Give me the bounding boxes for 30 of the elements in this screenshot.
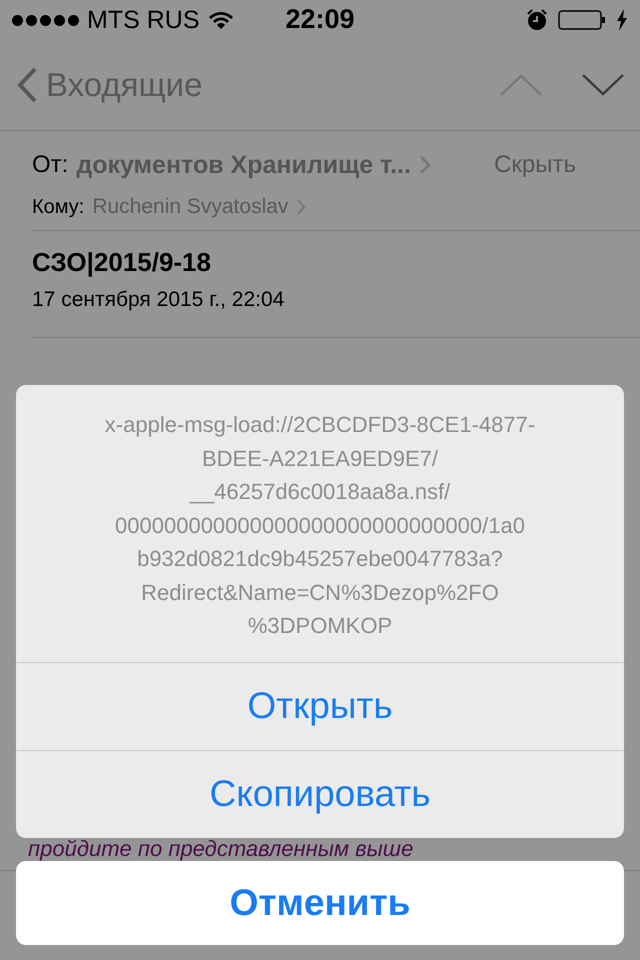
link-url-text: __46257d6c0018aa8a.nsf/ <box>190 478 450 506</box>
action-button[interactable]: Открыть <box>16 662 624 750</box>
email-date: 17 сентября 2015 г., 22:04 <box>32 288 286 312</box>
back-chevron-icon <box>16 67 38 103</box>
back-button[interactable]: Входящие <box>16 66 202 104</box>
chevron-right-icon <box>296 198 306 216</box>
link-url-text: %3DPOMKOP <box>248 612 392 640</box>
to-label: Кому: <box>32 196 84 218</box>
email-subject: СЗО|2015/9-18 <box>32 247 212 278</box>
link-url-text: x-apple-msg-load://2CBCDFD3-8CE1-4877- <box>104 411 536 439</box>
alarm-clock-icon <box>526 9 548 31</box>
link-url-text: b932d0821dc9b45257ebe0047783a? <box>137 545 503 573</box>
action-button[interactable]: Скопировать <box>16 750 624 838</box>
link-url-text: 000000000000000000000000000000/1a0 <box>115 512 525 540</box>
cancel-button[interactable]: Отменить <box>16 861 624 945</box>
sender-name[interactable]: документов Хранилище т... <box>76 150 411 180</box>
email-body-text: пройдите по представленным выше <box>28 839 414 859</box>
charging-bolt-icon <box>616 9 628 31</box>
link-url-text: BDEE-A221EA9ED9E7/ <box>202 444 438 472</box>
signal-icon <box>12 14 79 26</box>
hide-link[interactable]: Скрыть <box>494 151 576 179</box>
from-label: От: <box>32 151 68 179</box>
wifi-icon <box>208 10 234 30</box>
chevron-right-icon <box>418 155 431 175</box>
status-time: 22:09 <box>285 4 355 35</box>
battery-icon <box>558 9 606 31</box>
recipient-name[interactable]: Ruchenin Svyatoslav <box>92 195 288 219</box>
link-url-text: Redirect&Name=CN%3Dezop%2FO <box>141 578 499 607</box>
chevron-down-icon[interactable] <box>582 74 624 96</box>
carrier-name: MTS RUS <box>87 6 200 34</box>
